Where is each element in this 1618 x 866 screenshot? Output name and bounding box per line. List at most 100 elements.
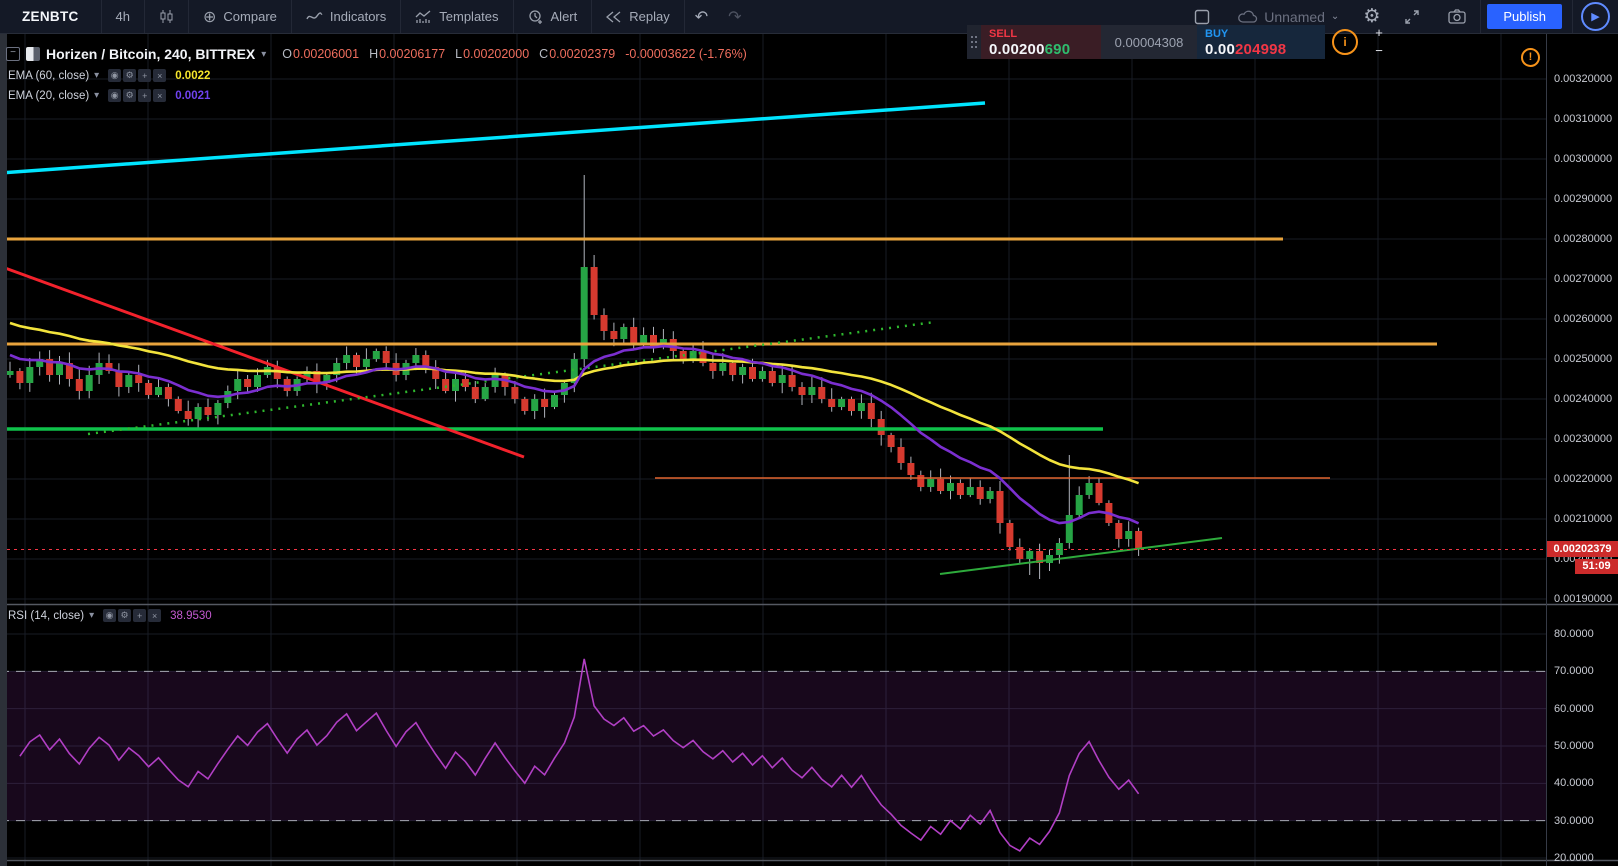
rsi-axis-label: 20.0000 <box>1554 851 1594 864</box>
chevron-down-icon[interactable]: ▾ <box>94 70 99 81</box>
compare-button[interactable]: ⊕ Compare <box>189 0 291 33</box>
add-icon[interactable]: + <box>138 69 152 82</box>
symbol-button[interactable]: ZENBTC <box>0 0 101 33</box>
close-icon[interactable]: × <box>148 609 162 622</box>
high-value: 0.00206177 <box>379 47 446 61</box>
price-axis-label: 0.00210000 <box>1554 513 1613 525</box>
compare-plus-icon: ⊕ <box>203 8 217 26</box>
rsi-label[interactable]: RSI (14, close) <box>8 610 84 622</box>
templates-button[interactable]: Templates <box>401 0 512 33</box>
chart-canvas[interactable] <box>0 0 1618 866</box>
ohlc-values: O0.00206001 H0.00206177 L0.00202000 C0.0… <box>282 47 747 61</box>
price-axis-label: 0.00280000 <box>1554 233 1613 245</box>
camera-icon <box>1448 9 1467 24</box>
visibility-icon[interactable]: ◉ <box>103 609 117 622</box>
close-value: 0.00202379 <box>549 47 616 61</box>
visibility-icon[interactable]: ◉ <box>108 69 122 82</box>
change-value: -0.00003622 (-1.76%) <box>625 47 747 61</box>
redo-button[interactable]: ↷ <box>718 0 751 33</box>
templates-icon <box>415 10 432 24</box>
play-idea-button[interactable]: ▶ <box>1581 2 1610 31</box>
indicator-controls: ◉ ⚙ + × <box>103 609 162 622</box>
add-icon[interactable]: + <box>138 89 152 102</box>
rsi-axis-label: 50.0000 <box>1554 739 1594 752</box>
info-icon[interactable]: i <box>1332 29 1358 55</box>
trendline-green-support[interactable] <box>939 537 1223 575</box>
symbol-logo <box>26 47 40 61</box>
price-axis-label: 0.00240000 <box>1554 393 1613 405</box>
bar-countdown-badge: 51:09 <box>1575 559 1618 574</box>
trendline-green-dotted[interactable] <box>87 320 936 436</box>
ema20-label[interactable]: EMA (20, close) <box>8 90 89 102</box>
chart-title[interactable]: Horizen / Bitcoin, 240, BITTREX <box>46 46 255 62</box>
spread-value: 0.00004308 <box>1101 25 1197 59</box>
price-axis-label: 0.00310000 <box>1554 113 1613 125</box>
price-axis-label: 0.00230000 <box>1554 433 1613 445</box>
tradingview-window: ZENBTC 4h ⊕ Compare Indicators Templates… <box>0 0 1618 866</box>
fullscreen-icon <box>1404 9 1420 25</box>
chevron-down-icon[interactable]: ▾ <box>89 610 94 621</box>
close-icon[interactable]: × <box>153 69 167 82</box>
sell-button[interactable]: SELL 0.00200690 <box>981 25 1101 59</box>
chart-style-button[interactable] <box>145 0 188 33</box>
snapshot-button[interactable] <box>1434 0 1480 33</box>
warning-icon[interactable]: ! <box>1521 48 1540 67</box>
rsi-axis-label: 80.0000 <box>1554 628 1594 640</box>
undo-button[interactable]: ↶ <box>685 0 718 33</box>
settings-icon[interactable]: ⚙ <box>118 609 132 622</box>
publish-button[interactable]: Publish <box>1487 4 1562 29</box>
alert-clock-icon <box>528 9 544 25</box>
replay-button[interactable]: Replay <box>592 0 683 33</box>
rsi-axis-label: 30.0000 <box>1554 814 1594 827</box>
drag-handle[interactable] <box>967 25 981 59</box>
price-axis[interactable]: 0.00320000 0.00310000 0.00300000 0.00290000… <box>1547 0 1618 866</box>
rsi-legend-row: RSI (14, close) ▾ ◉ ⚙ + × 38.9530 <box>8 609 212 622</box>
rsi-axis-label: 60.0000 <box>1554 702 1594 715</box>
drag-dots-icon <box>971 36 973 38</box>
decrease-button[interactable]: − <box>1371 44 1387 58</box>
order-quantity-controls: + − <box>1365 25 1387 59</box>
low-value: 0.00202000 <box>463 47 530 61</box>
add-icon[interactable]: + <box>133 609 147 622</box>
settings-icon[interactable]: ⚙ <box>123 89 137 102</box>
chevron-down-icon[interactable]: ▾ <box>261 49 266 60</box>
order-panel: SELL 0.00200690 0.00004308 BUY 0.0020499… <box>967 25 1387 59</box>
open-value: 0.00206001 <box>293 47 360 61</box>
rsi-axis-label: 40.0000 <box>1554 777 1594 790</box>
fullscreen-button[interactable] <box>1390 0 1434 33</box>
chevron-down-icon[interactable]: ▾ <box>94 90 99 101</box>
cloud-icon <box>1238 10 1258 23</box>
price-axis-label: 0.00190000 <box>1554 593 1613 605</box>
ema60-value: 0.0022 <box>175 69 211 82</box>
chevron-down-icon: ⌄ <box>1330 11 1340 22</box>
price-axis-label: 0.00250000 <box>1554 353 1613 365</box>
visibility-icon[interactable]: ◉ <box>108 89 122 102</box>
collapse-legend-icon[interactable]: − <box>6 47 20 61</box>
price-axis-label: 0.00290000 <box>1554 193 1613 205</box>
alert-button[interactable]: Alert <box>514 0 592 33</box>
drawing-toolbar-strip[interactable] <box>0 34 7 866</box>
replay-rewind-icon <box>606 11 622 23</box>
price-axis-label: 0.00260000 <box>1554 313 1613 325</box>
increase-button[interactable]: + <box>1371 26 1387 40</box>
price-axis-label: 0.00300000 <box>1554 153 1613 165</box>
close-icon[interactable]: × <box>153 89 167 102</box>
ema60-legend-row: EMA (60, close) ▾ ◉ ⚙ + × 0.0022 <box>8 69 210 82</box>
ema20-legend-row: EMA (20, close) ▾ ◉ ⚙ + × 0.0021 <box>8 89 210 102</box>
rsi-value: 38.9530 <box>170 609 212 622</box>
buy-button[interactable]: BUY 0.00204998 <box>1197 25 1325 59</box>
indicators-button[interactable]: Indicators <box>292 0 400 33</box>
buy-label: BUY <box>1205 28 1229 40</box>
price-axis-label: 0.00270000 <box>1554 273 1613 285</box>
toolbar-separator <box>1572 0 1573 33</box>
interval-button[interactable]: 4h <box>102 0 144 33</box>
indicator-controls: ◉ ⚙ + × <box>108 69 167 82</box>
price-axis-label: 0.00320000 <box>1554 73 1613 85</box>
indicators-wave-icon <box>306 11 323 23</box>
last-price-badge: 0.00202379 <box>1547 541 1618 557</box>
candlestick-icon <box>159 9 174 24</box>
ema60-label[interactable]: EMA (60, close) <box>8 70 89 82</box>
toolbar-separator <box>1480 0 1482 33</box>
settings-icon[interactable]: ⚙ <box>123 69 137 82</box>
indicator-controls: ◉ ⚙ + × <box>108 89 167 102</box>
